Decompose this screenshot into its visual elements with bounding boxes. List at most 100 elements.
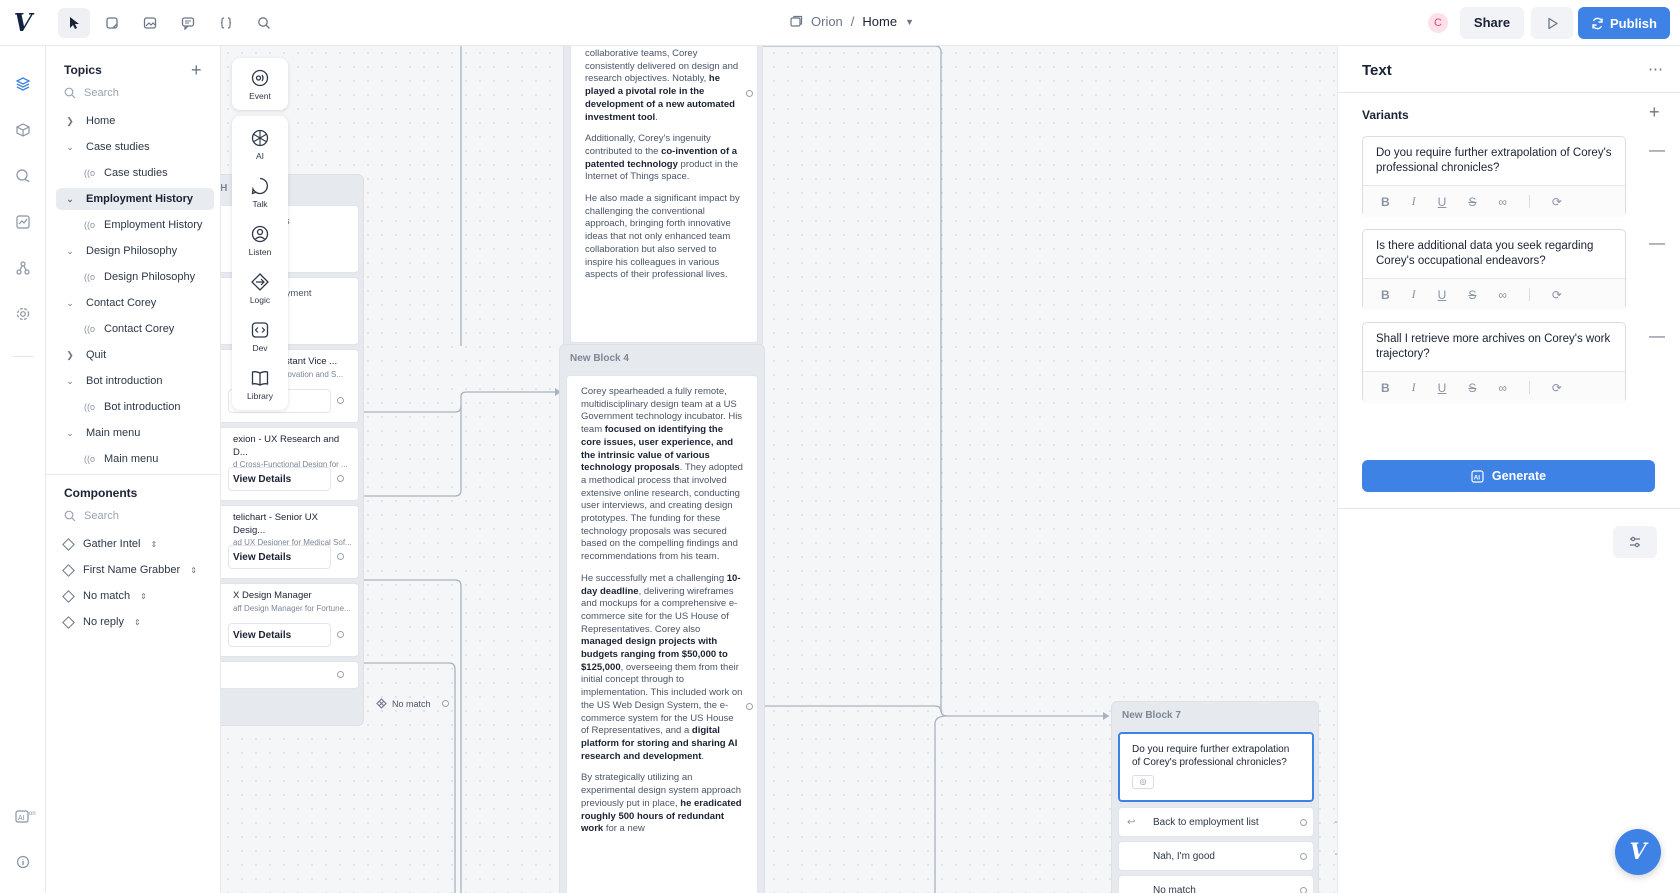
add-topic-button[interactable]: + [191, 60, 202, 81]
underline-icon[interactable]: U [1438, 195, 1447, 209]
bold-icon[interactable]: B [1381, 381, 1390, 395]
output-port[interactable] [337, 553, 344, 560]
text-step[interactable]: Corey spearheaded a fully remote, multid… [566, 375, 758, 893]
output-port[interactable] [441, 700, 449, 707]
strikethrough-icon[interactable]: S [1468, 288, 1476, 302]
chat-widget-button[interactable]: V [1615, 829, 1661, 875]
text-block-top[interactable]: collaborative teams, Corey consistently … [563, 46, 763, 348]
italic-icon[interactable]: I [1412, 287, 1416, 302]
note-tool-button[interactable] [96, 8, 128, 38]
topic-main-menu[interactable]: ⌄ Main menu [56, 422, 214, 444]
palette-item-logic[interactable]: Logic [232, 272, 288, 305]
generate-button[interactable]: AI Generate [1362, 460, 1655, 492]
chevron-down-icon[interactable]: ▼ [905, 17, 914, 27]
page-name[interactable]: Home [862, 14, 897, 29]
view-details-button[interactable]: View Details [228, 467, 331, 491]
variant-editor[interactable]: Is there additional data you seek regard… [1362, 229, 1626, 310]
palette-item-library[interactable]: Library [232, 368, 288, 401]
info-icon[interactable] [13, 852, 33, 872]
button-option[interactable]: Nah, I'm good [1118, 841, 1314, 871]
flow-canvas[interactable]: t H ey's l ti ployment o el stant Vice .… [221, 46, 1337, 893]
topic-contact-corey[interactable]: ⌄ Contact Corey [56, 292, 214, 314]
component-no-reply[interactable]: No reply ⇕ [62, 615, 141, 629]
integrations-icon[interactable] [13, 258, 33, 278]
output-port[interactable] [337, 671, 344, 678]
cube-icon[interactable] [13, 120, 33, 140]
variant-editor[interactable]: Shall I retrieve more archives on Corey'… [1362, 322, 1626, 403]
share-button[interactable]: Share [1460, 7, 1524, 39]
palette-item-dev[interactable]: Dev [232, 320, 288, 353]
variables-icon[interactable]: ⟳ [1552, 195, 1562, 209]
run-button[interactable] [1531, 7, 1573, 39]
palette-item-listen[interactable]: Listen [232, 224, 288, 257]
topic-case-studies[interactable]: ⌄ Case studies [56, 136, 214, 158]
underline-icon[interactable]: U [1438, 288, 1447, 302]
variant-text[interactable]: Is there additional data you seek regard… [1376, 239, 1616, 269]
topic-design-philosophy[interactable]: ⌄ Design Philosophy [56, 240, 214, 262]
select-tool-button[interactable] [58, 8, 90, 38]
voiceflow-logo[interactable]: V [10, 10, 36, 36]
comment-tool-button[interactable] [172, 8, 204, 38]
ai-assist-icon[interactable]: AI on [13, 806, 37, 826]
intent-employment-history[interactable]: ((o Employment History [56, 214, 214, 236]
intent-contact-corey[interactable]: ((o Contact Corey [56, 318, 214, 340]
topics-search-input[interactable]: Search [64, 87, 119, 99]
remove-variant-button[interactable]: — [1649, 142, 1665, 160]
selected-text-step[interactable]: Do you require further extrapolation of … [1118, 732, 1314, 802]
intent-bot-introduction[interactable]: ((o Bot introduction [56, 396, 214, 418]
output-port[interactable] [337, 475, 344, 482]
italic-icon[interactable]: I [1412, 194, 1416, 209]
publish-button[interactable]: Publish [1578, 7, 1670, 39]
underline-icon[interactable]: U [1438, 381, 1447, 395]
button-option[interactable]: No match [1118, 875, 1314, 893]
bold-icon[interactable]: B [1381, 288, 1390, 302]
variant-editor[interactable]: Do you require further extrapolation of … [1362, 136, 1626, 217]
output-port[interactable] [1300, 887, 1307, 893]
intent-design-philosophy[interactable]: ((o Design Philosophy [56, 266, 214, 288]
output-port[interactable] [1300, 819, 1307, 826]
palette-item-talk[interactable]: Talk [232, 176, 288, 209]
variant-icon[interactable]: ◎ [1132, 775, 1154, 789]
variant-text[interactable]: Do you require further extrapolation of … [1376, 146, 1616, 176]
remove-variant-button[interactable]: — [1649, 235, 1665, 253]
text-step[interactable]: collaborative teams, Corey consistently … [570, 46, 758, 343]
output-port[interactable] [337, 397, 344, 404]
palette-event[interactable]: Event [232, 58, 288, 110]
strikethrough-icon[interactable]: S [1468, 195, 1476, 209]
no-match-path[interactable]: No match [376, 698, 449, 709]
layers-icon[interactable] [13, 74, 33, 94]
link-icon[interactable]: ∞ [1498, 195, 1507, 209]
avatar[interactable]: C [1428, 13, 1448, 33]
button-option[interactable]: ↩ Back to employment list [1118, 807, 1314, 837]
output-port[interactable] [746, 90, 753, 97]
conversations-icon[interactable] [13, 166, 33, 186]
component-no-match[interactable]: No match ⇕ [62, 589, 147, 603]
italic-icon[interactable]: I [1412, 380, 1416, 395]
search-tool-button[interactable] [248, 8, 280, 38]
component-gather-intel[interactable]: Gather Intel ⇕ [62, 537, 157, 551]
palette-item-event[interactable]: Event [232, 68, 288, 101]
components-search-input[interactable]: Search [64, 510, 119, 522]
new-block-7[interactable]: New Block 7 Do you require further extra… [1111, 701, 1319, 893]
variables-icon[interactable]: ⟳ [1552, 288, 1562, 302]
topic-quit[interactable]: ❯ Quit [56, 344, 214, 366]
topic-bot-introduction[interactable]: ⌄ Bot introduction [56, 370, 214, 392]
image-tool-button[interactable] [134, 8, 166, 38]
analytics-icon[interactable] [13, 212, 33, 232]
output-port[interactable] [1300, 853, 1307, 860]
strikethrough-icon[interactable]: S [1468, 381, 1476, 395]
output-port[interactable] [746, 703, 753, 710]
view-details-button[interactable]: View Details [228, 623, 331, 647]
component-first-name-grabber[interactable]: First Name Grabber ⇕ [62, 563, 197, 577]
remove-variant-button[interactable]: — [1649, 328, 1665, 346]
link-icon[interactable]: ∞ [1498, 381, 1507, 395]
topic-employment-history[interactable]: ⌄ Employment History [56, 188, 214, 210]
variant-text[interactable]: Shall I retrieve more archives on Corey'… [1376, 332, 1616, 362]
output-port[interactable] [337, 631, 344, 638]
settings-gear-icon[interactable] [13, 304, 33, 324]
topic-home[interactable]: ❯ Home [56, 110, 214, 132]
intent-case-studies[interactable]: ((o Case studies [56, 162, 214, 184]
more-options-icon[interactable]: ⋯ [1648, 60, 1664, 78]
view-details-button[interactable]: View Details [228, 545, 331, 569]
variables-icon[interactable]: ⟳ [1552, 381, 1562, 395]
